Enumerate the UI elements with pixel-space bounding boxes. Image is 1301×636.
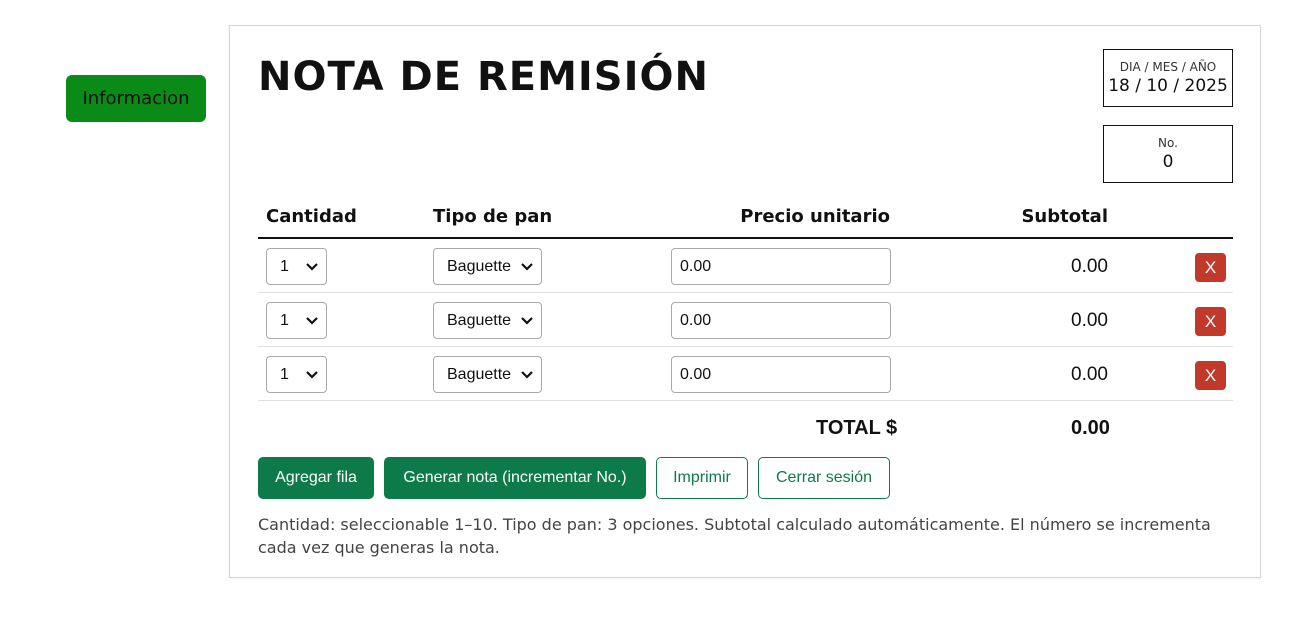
bread-type-select[interactable]: Baguette [433, 302, 542, 339]
unit-price-input[interactable] [671, 302, 891, 339]
bread-type-select-value: Baguette [447, 257, 512, 275]
unit-price-input[interactable] [671, 248, 891, 285]
column-header-tipo-de-pan: Tipo de pan [433, 206, 553, 227]
delete-row-button[interactable]: X [1195, 361, 1226, 390]
delete-row-button[interactable]: X [1195, 307, 1226, 336]
items-table: Cantidad Tipo de pan Precio unitario Sub… [258, 204, 1233, 401]
row-subtotal: 0.00 [1071, 364, 1108, 385]
note-number-box: No. 0 [1103, 125, 1233, 183]
table-row: 1 Baguette 0.00 X [258, 347, 1233, 401]
page-title: NOTA DE REMISIÓN [258, 54, 709, 100]
remission-note-card: NOTA DE REMISIÓN DIA / MES / AÑO 18 / 10… [229, 25, 1261, 578]
quantity-select-value: 1 [280, 311, 289, 329]
chevron-down-icon [521, 263, 533, 271]
bread-type-select-value: Baguette [447, 365, 512, 383]
table-row: 1 Baguette 0.00 X [258, 239, 1233, 293]
chevron-down-icon [521, 371, 533, 379]
column-header-subtotal: Subtotal [1021, 206, 1108, 227]
quantity-select-value: 1 [280, 365, 289, 383]
bread-type-select[interactable]: Baguette [433, 356, 542, 393]
date-box: DIA / MES / AÑO 18 / 10 / 2025 [1103, 49, 1233, 107]
chevron-down-icon [306, 317, 318, 325]
help-note: Cantidad: seleccionable 1–10. Tipo de pa… [258, 515, 1211, 557]
chevron-down-icon [306, 263, 318, 271]
delete-row-button[interactable]: X [1195, 253, 1226, 282]
row-subtotal: 0.00 [1071, 256, 1108, 277]
column-header-precio-unitario: Precio unitario [740, 206, 890, 227]
column-header-cantidad: Cantidad [266, 206, 357, 227]
date-value: 18 / 10 / 2025 [1108, 76, 1228, 96]
table-row: 1 Baguette 0.00 X [258, 293, 1233, 347]
add-row-button[interactable]: Agregar fila [258, 457, 374, 499]
generate-note-button[interactable]: Generar nota (incrementar No.) [384, 457, 646, 499]
quantity-select[interactable]: 1 [266, 356, 327, 393]
quantity-select[interactable]: 1 [266, 302, 327, 339]
date-label: DIA / MES / AÑO [1119, 60, 1217, 74]
print-button[interactable]: Imprimir [656, 457, 748, 499]
total-value: 0.00 [1071, 417, 1110, 439]
quantity-select-value: 1 [280, 257, 289, 275]
row-subtotal: 0.00 [1071, 310, 1108, 331]
total-label: TOTAL $ [816, 417, 898, 439]
informacion-button[interactable]: Informacion [66, 75, 206, 122]
table-header: Cantidad Tipo de pan Precio unitario Sub… [258, 204, 1233, 239]
bread-type-select[interactable]: Baguette [433, 248, 542, 285]
note-number-label: No. [1158, 136, 1178, 150]
unit-price-input[interactable] [671, 356, 891, 393]
chevron-down-icon [521, 317, 533, 325]
quantity-select[interactable]: 1 [266, 248, 327, 285]
bread-type-select-value: Baguette [447, 311, 512, 329]
logout-button[interactable]: Cerrar sesión [758, 457, 890, 499]
note-number-value: 0 [1162, 152, 1174, 172]
chevron-down-icon [306, 371, 318, 379]
